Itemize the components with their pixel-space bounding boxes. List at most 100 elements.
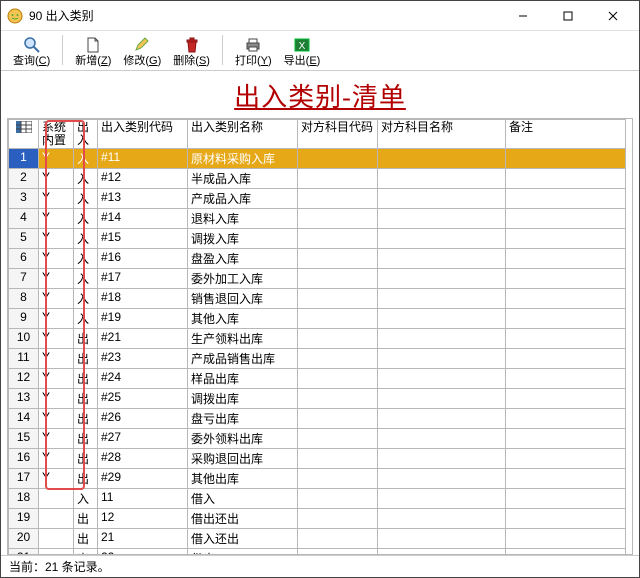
cell[interactable]: 委外加工入库	[188, 269, 298, 289]
cell[interactable]	[378, 429, 506, 449]
cell[interactable]: 19	[9, 509, 39, 529]
cell[interactable]: 出	[74, 509, 98, 529]
cell[interactable]: 出	[74, 549, 98, 556]
table-row[interactable]: 15Y出#27委外领料出库	[9, 429, 626, 449]
cell[interactable]: 出	[74, 409, 98, 429]
cell[interactable]: 盘亏出库	[188, 409, 298, 429]
cell[interactable]	[298, 189, 378, 209]
header-name[interactable]: 出入类别名称	[188, 120, 298, 149]
cell[interactable]: 6	[9, 249, 39, 269]
cell[interactable]: Y	[39, 389, 74, 409]
print-button[interactable]: 打印(Y)	[231, 33, 276, 69]
cell[interactable]	[506, 169, 626, 189]
cell[interactable]: 入	[74, 149, 98, 169]
maximize-button[interactable]	[545, 2, 590, 30]
table-row[interactable]: 6Y入#16盘盈入库	[9, 249, 626, 269]
cell[interactable]: 出	[74, 429, 98, 449]
cell[interactable]: #16	[98, 249, 188, 269]
cell[interactable]: 17	[9, 469, 39, 489]
cell[interactable]: 入	[74, 229, 98, 249]
cell[interactable]	[506, 489, 626, 509]
cell[interactable]: #23	[98, 349, 188, 369]
cell[interactable]	[298, 549, 378, 556]
table-row[interactable]: 2Y入#12半成品入库	[9, 169, 626, 189]
table-row[interactable]: 8Y入#18销售退回入库	[9, 289, 626, 309]
cell[interactable]	[378, 449, 506, 469]
cell[interactable]	[378, 169, 506, 189]
cell[interactable]: 调拨出库	[188, 389, 298, 409]
cell[interactable]: 委外领料出库	[188, 429, 298, 449]
cell[interactable]: #15	[98, 229, 188, 249]
cell[interactable]: 出	[74, 469, 98, 489]
cell[interactable]	[298, 289, 378, 309]
cell[interactable]	[378, 409, 506, 429]
cell[interactable]	[298, 529, 378, 549]
cell[interactable]: #19	[98, 309, 188, 329]
table-row[interactable]: 12Y出#24样品出库	[9, 369, 626, 389]
cell[interactable]	[378, 469, 506, 489]
cell[interactable]: 入	[74, 209, 98, 229]
data-grid[interactable]: 系统内置 出入 出入类别代码 出入类别名称 对方科目代码 对方科目名称 备注 1…	[8, 119, 626, 555]
cell[interactable]: 入	[74, 489, 98, 509]
cell[interactable]: 样品出库	[188, 369, 298, 389]
cell[interactable]: 21	[98, 529, 188, 549]
cell[interactable]	[298, 269, 378, 289]
cell[interactable]	[506, 329, 626, 349]
cell[interactable]: 产成品入库	[188, 189, 298, 209]
cell[interactable]	[298, 469, 378, 489]
cell[interactable]: 18	[9, 489, 39, 509]
cell[interactable]	[506, 289, 626, 309]
cell[interactable]: Y	[39, 449, 74, 469]
cell[interactable]: #29	[98, 469, 188, 489]
cell[interactable]: 采购退回出库	[188, 449, 298, 469]
cell[interactable]	[506, 409, 626, 429]
cell[interactable]	[298, 369, 378, 389]
query-button[interactable]: 查询(C)	[9, 33, 54, 69]
cell[interactable]: 生产领料出库	[188, 329, 298, 349]
cell[interactable]	[298, 409, 378, 429]
cell[interactable]: 借出还出	[188, 509, 298, 529]
cell[interactable]	[39, 509, 74, 529]
cell[interactable]	[378, 389, 506, 409]
table-row[interactable]: 5Y入#15调拨入库	[9, 229, 626, 249]
cell[interactable]: Y	[39, 369, 74, 389]
cell[interactable]	[506, 509, 626, 529]
cell[interactable]	[378, 209, 506, 229]
cell[interactable]: Y	[39, 429, 74, 449]
cell[interactable]	[298, 449, 378, 469]
cell[interactable]: Y	[39, 209, 74, 229]
cell[interactable]: 出	[74, 369, 98, 389]
cell[interactable]: #25	[98, 389, 188, 409]
cell[interactable]	[378, 369, 506, 389]
cell[interactable]: 7	[9, 269, 39, 289]
cell[interactable]: 11	[98, 489, 188, 509]
cell[interactable]	[39, 529, 74, 549]
cell[interactable]	[506, 429, 626, 449]
table-row[interactable]: 18入11借入	[9, 489, 626, 509]
cell[interactable]: Y	[39, 349, 74, 369]
cell[interactable]: #28	[98, 449, 188, 469]
table-row[interactable]: 11Y出#23产成品销售出库	[9, 349, 626, 369]
cell[interactable]	[378, 509, 506, 529]
cell[interactable]	[506, 309, 626, 329]
cell[interactable]: #11	[98, 149, 188, 169]
cell[interactable]	[506, 349, 626, 369]
cell[interactable]: Y	[39, 149, 74, 169]
header-subjcode[interactable]: 对方科目代码	[298, 120, 378, 149]
cell[interactable]: 借入还出	[188, 529, 298, 549]
cell[interactable]: 13	[9, 389, 39, 409]
cell[interactable]: 调拨入库	[188, 229, 298, 249]
header-subjname[interactable]: 对方科目名称	[378, 120, 506, 149]
cell[interactable]	[298, 509, 378, 529]
cell[interactable]: 产成品销售出库	[188, 349, 298, 369]
cell[interactable]: #13	[98, 189, 188, 209]
cell[interactable]: #14	[98, 209, 188, 229]
cell[interactable]: 11	[9, 349, 39, 369]
header-sys[interactable]: 系统内置	[39, 120, 74, 149]
cell[interactable]	[506, 149, 626, 169]
cell[interactable]	[378, 489, 506, 509]
table-row[interactable]: 20出21借入还出	[9, 529, 626, 549]
cell[interactable]	[506, 189, 626, 209]
cell[interactable]: 入	[74, 269, 98, 289]
cell[interactable]	[506, 469, 626, 489]
